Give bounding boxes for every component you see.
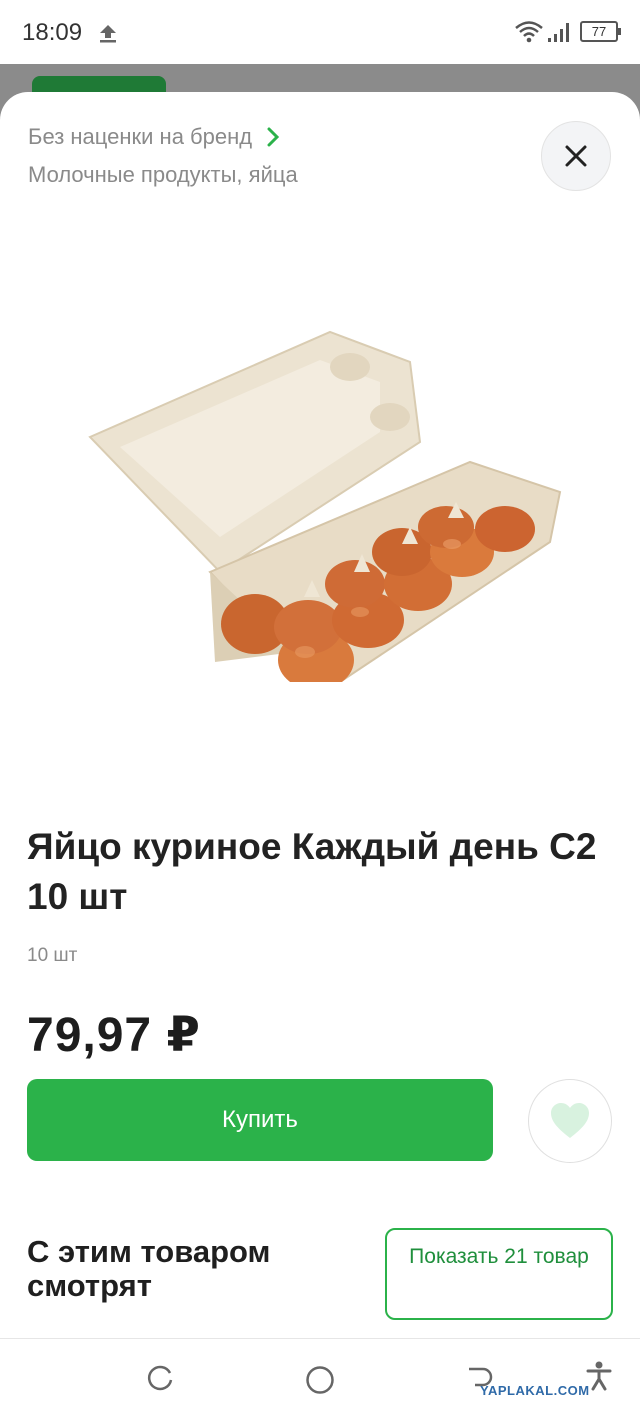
home-icon[interactable] bbox=[305, 1365, 335, 1395]
recents-icon[interactable] bbox=[145, 1365, 175, 1395]
battery-icon: 77 bbox=[580, 21, 621, 42]
brand-link[interactable]: Без наценки на бренд bbox=[28, 124, 280, 150]
product-image bbox=[88, 330, 562, 682]
product-sheet: Без наценки на бренд Молочные продукты, … bbox=[0, 92, 640, 1423]
accessibility-icon[interactable] bbox=[586, 1361, 612, 1391]
close-icon bbox=[565, 145, 587, 167]
product-quantity: 10 шт bbox=[27, 945, 78, 966]
heart-icon bbox=[551, 1103, 589, 1138]
buy-button[interactable]: Купить bbox=[27, 1079, 493, 1161]
close-button[interactable] bbox=[541, 121, 611, 191]
chevron-right-icon bbox=[267, 127, 280, 147]
category-breadcrumb[interactable]: Молочные продукты, яйца bbox=[28, 162, 298, 188]
show-more-button[interactable]: Показать 21 товар bbox=[385, 1228, 613, 1320]
navigation-bar bbox=[0, 1338, 640, 1423]
related-section-title: С этим товаром смотрят bbox=[27, 1234, 271, 1303]
product-price: 79,97 ₽ bbox=[27, 1009, 201, 1062]
upload-icon bbox=[100, 25, 116, 43]
status-bar: 18:09 77 bbox=[0, 0, 640, 64]
watermark: YAPLAKAL.COM bbox=[480, 1383, 590, 1398]
signal-icon bbox=[548, 23, 569, 42]
status-time: 18:09 bbox=[22, 19, 83, 46]
favorite-button[interactable] bbox=[528, 1079, 612, 1163]
wifi-icon bbox=[515, 21, 543, 43]
brand-link-label: Без наценки на бренд bbox=[28, 124, 253, 149]
product-title: Яйцо куриное Каждый день С2 10 шт bbox=[27, 826, 597, 917]
